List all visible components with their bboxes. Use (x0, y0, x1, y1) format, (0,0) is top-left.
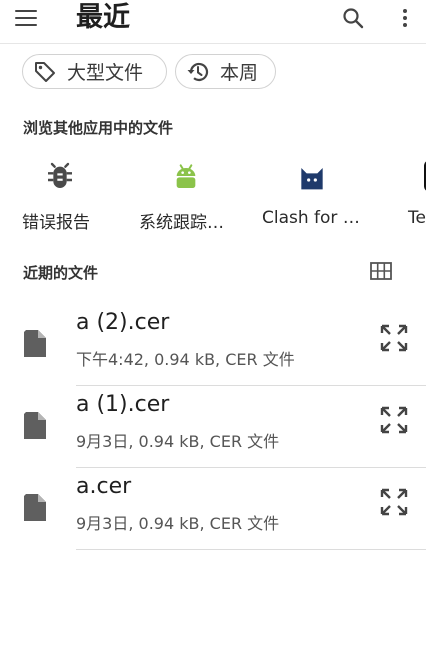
menu-icon[interactable] (13, 8, 39, 28)
chip-label: 本周 (220, 62, 259, 84)
app-label: 系统跟踪… (139, 213, 224, 233)
bug-icon (48, 162, 72, 188)
file-name: a.cer (76, 474, 132, 499)
app-label: Clash for … (262, 208, 360, 228)
grid-view-icon[interactable] (370, 262, 392, 280)
tag-icon (35, 61, 55, 82)
file-row[interactable]: a (1).cer 9月3日, 0.94 kB, CER 文件 (0, 386, 426, 468)
chip-large-files[interactable]: 大型文件 (22, 54, 167, 89)
file-icon (24, 412, 46, 439)
expand-icon[interactable] (380, 324, 408, 352)
file-row[interactable]: a.cer 9月3日, 0.94 kB, CER 文件 (0, 468, 426, 550)
app-label: 错误报告 (22, 213, 90, 233)
file-name: a (2).cer (76, 310, 170, 335)
cat-icon (301, 168, 323, 190)
app-label: Te (408, 208, 426, 228)
expand-icon[interactable] (380, 406, 408, 434)
recent-section-title: 近期的文件 (23, 264, 99, 282)
file-icon (24, 494, 46, 521)
more-vert-icon[interactable] (395, 6, 415, 30)
row-divider (76, 549, 426, 550)
file-row[interactable]: a (2).cer 下午4:42, 0.94 kB, CER 文件 (0, 304, 426, 386)
file-icon (24, 330, 46, 357)
file-meta: 下午4:42, 0.94 kB, CER 文件 (76, 350, 295, 369)
history-icon (187, 62, 209, 81)
page-title: 最近 (76, 2, 130, 33)
expand-icon[interactable] (380, 488, 408, 516)
browse-section-title: 浏览其他应用中的文件 (23, 119, 174, 137)
app-shortcuts: 错误报告 系统跟踪… Clash for … Te (0, 152, 426, 242)
file-meta: 9月3日, 0.94 kB, CER 文件 (76, 514, 280, 533)
android-icon (176, 164, 196, 188)
file-meta: 9月3日, 0.94 kB, CER 文件 (76, 432, 280, 451)
top-app-bar: 最近 (0, 0, 426, 44)
chip-this-week[interactable]: 本周 (175, 54, 276, 89)
chip-label: 大型文件 (67, 62, 144, 84)
file-name: a (1).cer (76, 392, 170, 417)
search-icon[interactable] (341, 6, 365, 30)
